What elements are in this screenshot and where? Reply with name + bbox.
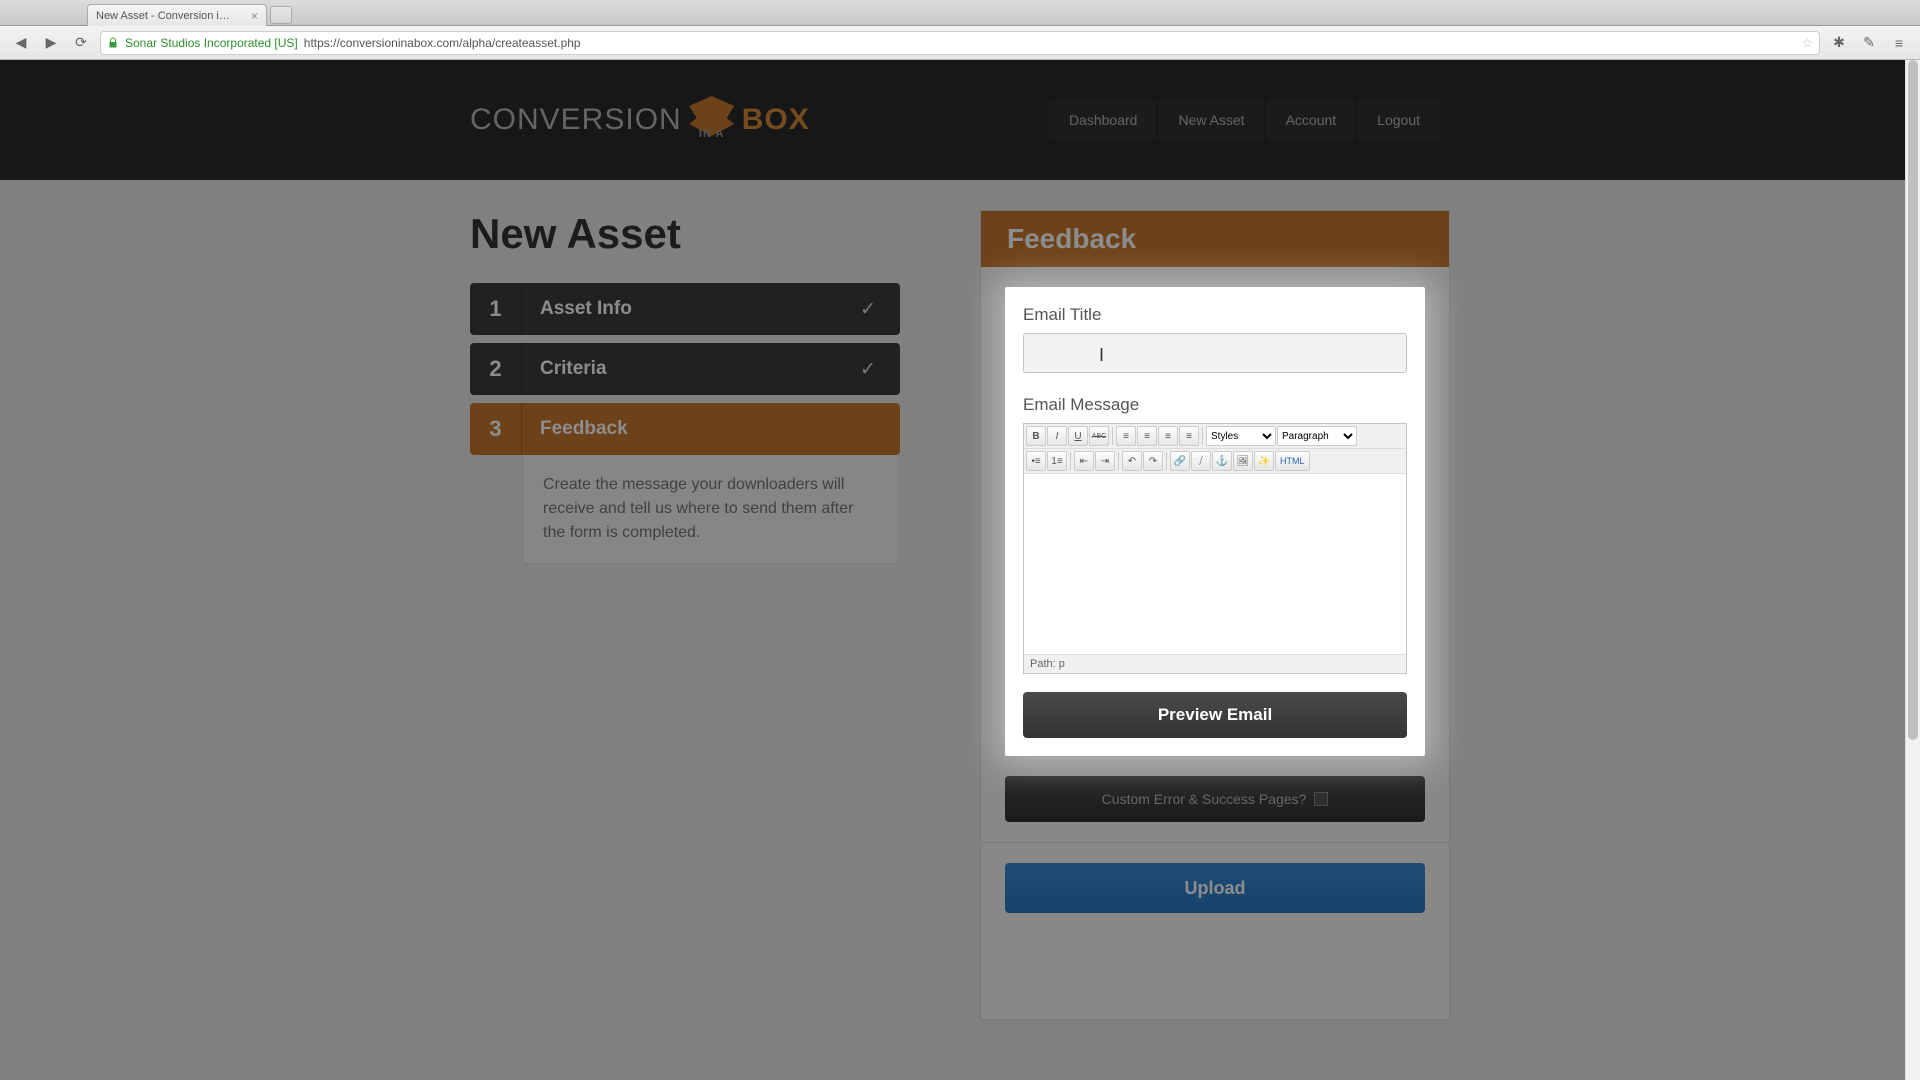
editor-path-status: Path: p xyxy=(1024,654,1406,673)
cleanup-button[interactable]: ✨ xyxy=(1254,451,1274,471)
page-body: New Asset 1 Asset Info ✓ 2 Criteria ✓ 3 … xyxy=(0,180,1920,1080)
checkmark-icon: ✓ xyxy=(860,358,900,381)
bookmark-star-icon[interactable]: ☆ xyxy=(1802,36,1813,50)
panel-title: Feedback xyxy=(981,211,1449,267)
step-label: Feedback xyxy=(522,418,900,440)
browser-tab[interactable]: New Asset - Conversion i… × xyxy=(87,4,267,26)
reload-button[interactable]: ⟳ xyxy=(70,32,92,54)
toolbar-separator xyxy=(1112,427,1113,445)
unlink-button[interactable]: ⧸ xyxy=(1191,451,1211,471)
back-button[interactable]: ◀ xyxy=(10,32,32,54)
align-justify-button[interactable]: ≡ xyxy=(1179,426,1199,446)
align-right-button[interactable]: ≡ xyxy=(1158,426,1178,446)
editor-toolbar-row-2: •≡ 1≡ ⇤ ⇥ ↶ ↷ 🔗 ⧸ ⚓ 🖼 ✨ HTM xyxy=(1024,449,1406,474)
upload-button-label: Upload xyxy=(1185,878,1246,899)
nav-account[interactable]: Account xyxy=(1265,100,1357,140)
main-nav: Dashboard New Asset Account Logout xyxy=(1049,100,1440,140)
bold-button[interactable]: B xyxy=(1026,426,1046,446)
italic-button[interactable]: I xyxy=(1047,426,1067,446)
scrollbar[interactable] xyxy=(1905,60,1920,1080)
toolbar-separator xyxy=(1070,452,1071,470)
wizard-step-feedback[interactable]: 3 Feedback xyxy=(470,403,900,455)
ssl-org-label: Sonar Studios Incorporated [US] xyxy=(125,36,298,50)
rich-text-editor: B I U ABC ≡ ≡ ≡ ≡ Styles xyxy=(1023,423,1407,674)
step-label: Asset Info xyxy=(522,298,860,320)
styles-select[interactable]: Styles xyxy=(1206,426,1276,446)
forward-button[interactable]: ▶ xyxy=(40,32,62,54)
step-number: 2 xyxy=(470,343,522,395)
page-title: New Asset xyxy=(470,210,900,258)
divider xyxy=(981,842,1449,843)
step-label: Criteria xyxy=(522,358,860,380)
toolbar-separator xyxy=(1202,427,1203,445)
browser-tabbar: New Asset - Conversion i… × xyxy=(0,0,1920,26)
step-description: Create the message your downloaders will… xyxy=(522,455,900,564)
tab-title: New Asset - Conversion i… xyxy=(96,10,230,22)
wizard-column: New Asset 1 Asset Info ✓ 2 Criteria ✓ 3 … xyxy=(470,210,900,1020)
tab-close-icon[interactable]: × xyxy=(251,9,258,23)
strike-button[interactable]: ABC xyxy=(1089,426,1109,446)
feedback-panel: Feedback Email Title I Email Message B I… xyxy=(980,210,1450,1020)
upload-button[interactable]: Upload xyxy=(1005,863,1425,913)
address-bar[interactable]: Sonar Studios Incorporated [US] https://… xyxy=(100,31,1820,55)
eyedropper-icon[interactable]: ✎ xyxy=(1858,32,1880,54)
ul-button[interactable]: •≡ xyxy=(1026,451,1046,471)
html-source-button[interactable]: HTML xyxy=(1275,451,1310,471)
email-title-input[interactable] xyxy=(1023,333,1407,373)
underline-button[interactable]: U xyxy=(1068,426,1088,446)
editor-toolbar-row-1: B I U ABC ≡ ≡ ≡ ≡ Styles xyxy=(1024,424,1406,449)
undo-button[interactable]: ↶ xyxy=(1122,451,1142,471)
image-button[interactable]: 🖼 xyxy=(1233,451,1253,471)
step-number: 3 xyxy=(470,403,522,455)
link-button[interactable]: 🔗 xyxy=(1170,451,1190,471)
indent-button[interactable]: ⇥ xyxy=(1095,451,1115,471)
email-title-label: Email Title xyxy=(1023,305,1407,325)
preview-email-button[interactable]: Preview Email xyxy=(1023,692,1407,738)
align-center-button[interactable]: ≡ xyxy=(1137,426,1157,446)
checkmark-icon: ✓ xyxy=(860,298,900,321)
anchor-button[interactable]: ⚓ xyxy=(1212,451,1232,471)
format-select[interactable]: Paragraph xyxy=(1277,426,1357,446)
nav-logout[interactable]: Logout xyxy=(1356,100,1440,140)
scrollbar-thumb[interactable] xyxy=(1908,60,1918,740)
nav-new-asset[interactable]: New Asset xyxy=(1157,100,1264,140)
extension-puzzle-icon[interactable]: ✱ xyxy=(1828,32,1850,54)
wizard-step-criteria[interactable]: 2 Criteria ✓ xyxy=(470,343,900,395)
ol-button[interactable]: 1≡ xyxy=(1047,451,1067,471)
logo-word-1: CONVERSION xyxy=(470,103,682,137)
lock-icon xyxy=(107,37,119,49)
align-left-button[interactable]: ≡ xyxy=(1116,426,1136,446)
custom-pages-label: Custom Error & Success Pages? xyxy=(1102,791,1307,807)
editor-content-area[interactable] xyxy=(1024,474,1406,654)
email-message-label: Email Message xyxy=(1023,395,1407,415)
nav-dashboard[interactable]: Dashboard xyxy=(1049,100,1158,140)
toolbar-separator xyxy=(1118,452,1119,470)
email-form-spotlight: Email Title I Email Message B I U ABC ≡ … xyxy=(1005,287,1425,756)
toolbar-separator xyxy=(1166,452,1167,470)
page-viewport: CONVERSION IN A BOX Dashboard New Asset … xyxy=(0,60,1920,1080)
browser-toolbar: ◀ ▶ ⟳ Sonar Studios Incorporated [US] ht… xyxy=(0,26,1920,60)
custom-pages-toggle[interactable]: Custom Error & Success Pages? xyxy=(1005,776,1425,822)
menu-icon[interactable]: ≡ xyxy=(1888,32,1910,54)
redo-button[interactable]: ↷ xyxy=(1143,451,1163,471)
site-header: CONVERSION IN A BOX Dashboard New Asset … xyxy=(0,60,1920,180)
wizard-step-asset-info[interactable]: 1 Asset Info ✓ xyxy=(470,283,900,335)
new-tab-button[interactable] xyxy=(270,6,292,24)
step-number: 1 xyxy=(470,283,522,335)
logo-word-3: BOX xyxy=(742,103,810,137)
checkbox-icon[interactable] xyxy=(1314,792,1328,806)
outdent-button[interactable]: ⇤ xyxy=(1074,451,1094,471)
logo-word-2: IN A xyxy=(699,128,725,140)
url-text: https://conversioninabox.com/alpha/creat… xyxy=(304,36,581,50)
brand-logo[interactable]: CONVERSION IN A BOX xyxy=(470,96,810,144)
